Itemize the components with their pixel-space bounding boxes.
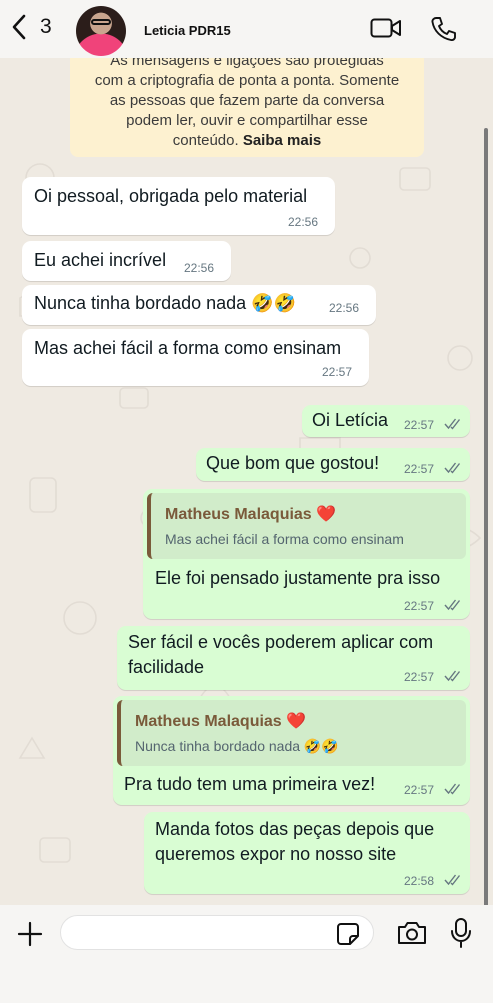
message-text: Oi Letícia xyxy=(312,410,389,430)
reply-quote[interactable]: Matheus Malaquias ❤️ Nunca tinha bordado… xyxy=(117,700,466,766)
unread-count: 3 xyxy=(40,15,52,38)
message-text: Ele foi pensado justamente pra isso xyxy=(155,568,441,588)
message-input[interactable] xyxy=(60,915,374,950)
composer-bar xyxy=(0,905,493,1003)
read-receipt-icon xyxy=(444,670,461,682)
message-bubble-incoming[interactable]: Mas achei fácil a forma como ensinam 22:… xyxy=(22,329,369,386)
read-receipt-icon xyxy=(444,418,461,430)
chat-area[interactable]: As mensagens e ligações são protegidas c… xyxy=(0,58,493,905)
read-receipt-icon xyxy=(444,462,461,474)
message-text: Ser fácil e vocês poderem aplicar com xyxy=(128,632,434,652)
message-bubble-incoming[interactable]: Oi pessoal, obrigada pelo material 22:56 xyxy=(22,177,335,235)
read-receipt-icon xyxy=(444,874,461,886)
reply-author: Matheus Malaquias ❤️ xyxy=(135,713,307,730)
back-button[interactable]: 3 xyxy=(10,14,52,40)
learn-more-link[interactable]: Saiba mais xyxy=(243,132,321,149)
notice-line: podem ler, ouvir e compartilhar esse xyxy=(126,112,368,129)
message-time: 22:57 xyxy=(404,462,435,476)
notice-line: as pessoas que fazem parte da conversa xyxy=(109,92,385,109)
message-time: 22:56 xyxy=(288,215,319,229)
message-time: 22:57 xyxy=(404,783,435,797)
reply-quote[interactable]: Matheus Malaquias ❤️ Mas achei fácil a f… xyxy=(147,493,466,559)
notice-line: conteúdo. Saiba mais xyxy=(70,131,424,151)
reply-snippet: Nunca tinha bordado nada 🤣🤣 xyxy=(135,738,339,754)
video-camera-icon[interactable] xyxy=(370,16,402,40)
reply-author: Matheus Malaquias ❤️ xyxy=(165,506,337,523)
message-text: facilidade xyxy=(128,657,205,677)
message-bubble-incoming[interactable]: Nunca tinha bordado nada 🤣🤣 22:56 xyxy=(22,285,376,325)
message-text: Nunca tinha bordado nada 🤣🤣 xyxy=(34,293,296,313)
camera-icon[interactable] xyxy=(396,920,428,946)
message-text: Manda fotos das peças depois que xyxy=(155,819,435,839)
message-bubble-outgoing[interactable]: Manda fotos das peças depois que queremo… xyxy=(144,812,470,894)
avatar[interactable] xyxy=(76,6,126,56)
message-text: Mas achei fácil a forma como ensinam xyxy=(34,338,342,358)
read-receipt-icon xyxy=(444,783,461,795)
message-bubble-incoming[interactable]: Eu achei incrível 22:56 xyxy=(22,241,231,281)
chat-header: 3 Leticia PDR15 xyxy=(0,0,493,58)
message-time: 22:58 xyxy=(404,874,435,888)
plus-icon[interactable] xyxy=(17,921,43,947)
message-time: 22:57 xyxy=(322,365,353,379)
sticker-icon[interactable] xyxy=(336,922,360,946)
reply-snippet: Mas achei fácil a forma como ensinam xyxy=(165,531,404,547)
message-text: queremos expor no nosso site xyxy=(155,844,397,864)
phone-icon[interactable] xyxy=(430,16,458,42)
message-bubble-outgoing[interactable]: Matheus Malaquias ❤️ Nunca tinha bordado… xyxy=(113,696,470,805)
message-time: 22:57 xyxy=(404,418,435,432)
notice-line: com a criptografia de ponta a ponta. Som… xyxy=(94,72,400,89)
message-text: Eu achei incrível xyxy=(34,250,167,270)
scrollbar[interactable] xyxy=(484,128,488,905)
message-time: 22:56 xyxy=(329,301,360,315)
message-time: 22:57 xyxy=(404,599,435,613)
message-bubble-outgoing[interactable]: Matheus Malaquias ❤️ Mas achei fácil a f… xyxy=(143,489,470,619)
contact-name[interactable]: Leticia PDR15 xyxy=(144,23,231,38)
chevron-left-icon xyxy=(12,14,26,40)
read-receipt-icon xyxy=(444,599,461,611)
message-bubble-outgoing[interactable]: Oi Letícia 22:57 xyxy=(302,405,470,437)
notice-line: As mensagens e ligações são protegidas xyxy=(110,58,384,69)
message-text: Pra tudo tem uma primeira vez! xyxy=(124,774,376,794)
message-text: Oi pessoal, obrigada pelo material xyxy=(34,186,308,206)
message-bubble-outgoing[interactable]: Ser fácil e vocês poderem aplicar com fa… xyxy=(117,626,470,690)
message-time: 22:56 xyxy=(184,261,215,275)
message-time: 22:57 xyxy=(404,670,435,684)
message-bubble-outgoing[interactable]: Que bom que gostou! 22:57 xyxy=(196,448,470,481)
microphone-icon[interactable] xyxy=(450,917,472,949)
notice-text: conteúdo. xyxy=(172,132,243,149)
encryption-notice[interactable]: As mensagens e ligações são protegidas c… xyxy=(70,58,424,157)
message-text: Que bom que gostou! xyxy=(206,453,380,473)
